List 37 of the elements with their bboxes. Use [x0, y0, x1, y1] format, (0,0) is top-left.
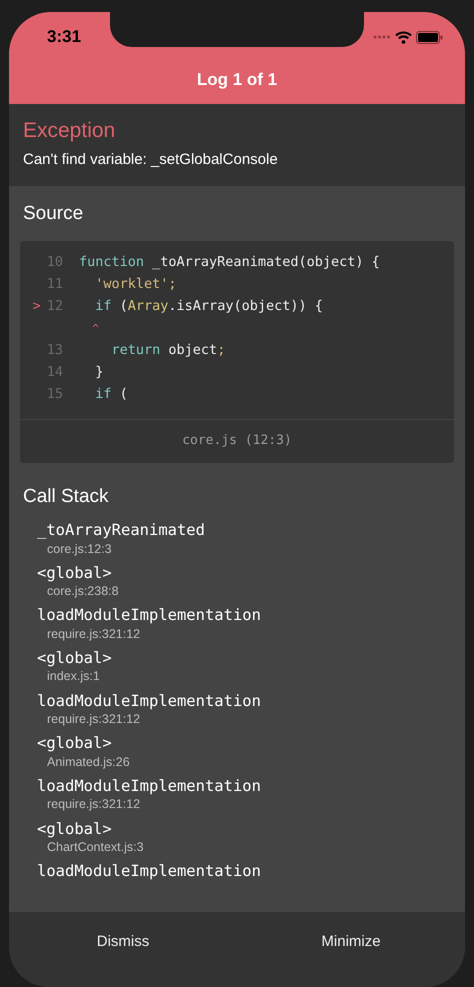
- stack-method: loadModuleImplementation: [37, 862, 262, 882]
- stack-method: _toArrayReanimated: [37, 521, 206, 541]
- stack-method: <global>: [37, 734, 113, 754]
- section-heading: Source: [22, 202, 84, 226]
- code-line: return object;: [110, 341, 226, 360]
- code-line: 'worklet';: [94, 275, 177, 294]
- stack-file: require.js:321:12: [46, 626, 142, 642]
- code-line: if (: [94, 385, 128, 404]
- code-line: function _toArrayReanimated(object) {: [78, 253, 380, 272]
- stack-file: require.js:321:12: [46, 796, 142, 813]
- code-line: if (Array.isArray(object)) {: [94, 297, 323, 316]
- error-caret: ^: [91, 321, 99, 338]
- stack-method: loadModuleImplementation: [37, 606, 262, 626]
- exception-heading: Exception: [23, 118, 116, 144]
- status-time: 3:31: [47, 26, 82, 48]
- section-heading: Call Stack: [22, 484, 110, 509]
- stack-file: ChartContext.js:3: [46, 838, 145, 856]
- stack-method: <global>: [37, 649, 113, 668]
- stack-method: <global>: [37, 820, 113, 839]
- battery-icon: [416, 30, 443, 44]
- exception-message: Can't find variable: _setGlobalConsole: [23, 150, 279, 170]
- wifi-icon: [395, 30, 412, 44]
- header-title: Log 1 of 1: [196, 69, 278, 92]
- stack-file: core.js:12:3: [46, 540, 113, 557]
- stack-method: loadModuleImplementation: [37, 692, 262, 712]
- stack-file: require.js:321:12: [46, 711, 142, 728]
- signal-icon: [373, 35, 391, 39]
- source-location[interactable]: core.js (12:3): [20, 419, 454, 463]
- stack-file: Animated.js:26: [46, 754, 131, 770]
- footer-button[interactable]: Dismiss: [9, 912, 237, 954]
- stack-file: core.js:238:8: [46, 583, 120, 600]
- stack-method: <global>: [37, 564, 113, 584]
- code-line: }: [94, 363, 104, 382]
- error-marker: >: [32, 297, 41, 316]
- stack-method: loadModuleImplementation: [37, 776, 262, 796]
- stack-file: index.js:1: [46, 668, 101, 685]
- footer-button[interactable]: Minimize: [237, 912, 465, 954]
